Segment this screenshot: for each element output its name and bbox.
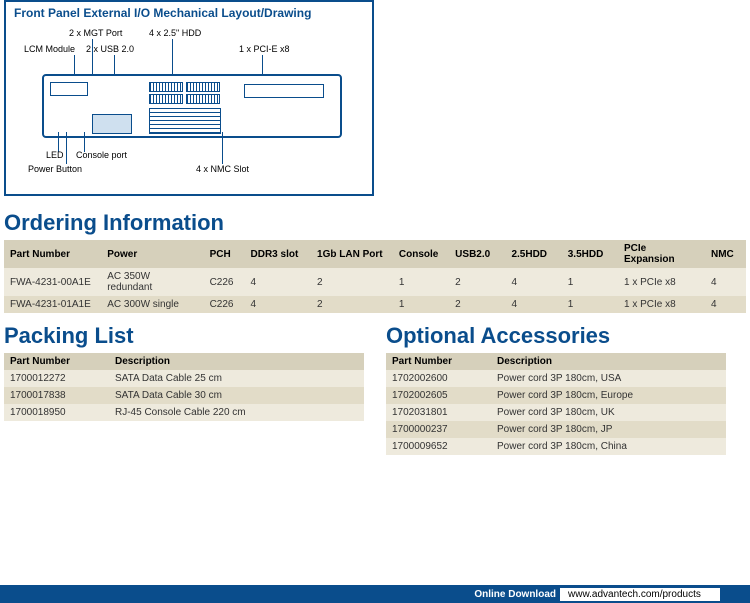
th-lan: 1Gb LAN Port bbox=[311, 240, 393, 268]
th-pcie: PCIe Expansion bbox=[618, 240, 705, 268]
footer-label: Online Download bbox=[474, 589, 556, 600]
diagram-box: Front Panel External I/O Mechanical Layo… bbox=[4, 0, 374, 196]
accessories-table: Part Number Description 1702002600Power … bbox=[386, 353, 726, 455]
th-power: Power bbox=[101, 240, 203, 268]
ordering-table: Part Number Power PCH DDR3 slot 1Gb LAN … bbox=[4, 240, 746, 313]
ordering-heading: Ordering Information bbox=[4, 210, 746, 236]
th-console: Console bbox=[393, 240, 449, 268]
th-25hdd: 2.5HDD bbox=[505, 240, 561, 268]
th-ddr3: DDR3 slot bbox=[245, 240, 312, 268]
table-row: 1700018950RJ-45 Console Cable 220 cm bbox=[4, 404, 364, 421]
label-pcie: 1 x PCI-E x8 bbox=[239, 44, 290, 54]
th-description: Description bbox=[491, 353, 726, 370]
table-row: FWA-4231-00A1EAC 350W redundantC22642124… bbox=[4, 268, 746, 296]
footer-url: www.advantech.com/products bbox=[560, 588, 720, 601]
label-lcm: LCM Module bbox=[24, 44, 75, 54]
table-row: 1702031801Power cord 3P 180cm, UK bbox=[386, 404, 726, 421]
table-row: 1700012272SATA Data Cable 25 cm bbox=[4, 370, 364, 387]
diagram-area: 2 x MGT Port 4 x 2.5" HDD LCM Module 2 x… bbox=[14, 24, 364, 184]
table-row: 1700017838SATA Data Cable 30 cm bbox=[4, 387, 364, 404]
th-description: Description bbox=[109, 353, 364, 370]
accessories-header-row: Part Number Description bbox=[386, 353, 726, 370]
table-row: 1702002605Power cord 3P 180cm, Europe bbox=[386, 387, 726, 404]
th-partnumber: Part Number bbox=[386, 353, 491, 370]
ordering-header-row: Part Number Power PCH DDR3 slot 1Gb LAN … bbox=[4, 240, 746, 268]
footer-bar: Online Download www.advantech.com/produc… bbox=[0, 585, 750, 603]
server-chassis bbox=[42, 74, 342, 138]
label-mgt: 2 x MGT Port bbox=[69, 28, 122, 38]
label-power: Power Button bbox=[28, 164, 82, 174]
th-usb: USB2.0 bbox=[449, 240, 505, 268]
accessories-heading: Optional Accessories bbox=[386, 323, 726, 349]
th-nmc: NMC bbox=[705, 240, 746, 268]
packing-heading: Packing List bbox=[4, 323, 364, 349]
label-hdd: 4 x 2.5" HDD bbox=[149, 28, 201, 38]
label-console: Console port bbox=[76, 150, 127, 160]
table-row: FWA-4231-01A1EAC 300W singleC2264212411 … bbox=[4, 296, 746, 313]
th-partnumber: Part Number bbox=[4, 240, 101, 268]
packing-header-row: Part Number Description bbox=[4, 353, 364, 370]
table-row: 1700000237Power cord 3P 180cm, JP bbox=[386, 421, 726, 438]
th-35hdd: 3.5HDD bbox=[562, 240, 618, 268]
table-row: 1700009652Power cord 3P 180cm, China bbox=[386, 438, 726, 455]
label-led: LED bbox=[46, 150, 64, 160]
table-row: 1702002600Power cord 3P 180cm, USA bbox=[386, 370, 726, 387]
packing-table: Part Number Description 1700012272SATA D… bbox=[4, 353, 364, 421]
th-pch: PCH bbox=[204, 240, 245, 268]
label-nmc: 4 x NMC Slot bbox=[196, 164, 249, 174]
diagram-title: Front Panel External I/O Mechanical Layo… bbox=[14, 6, 364, 20]
th-partnumber: Part Number bbox=[4, 353, 109, 370]
label-usb: 2 x USB 2.0 bbox=[86, 44, 134, 54]
